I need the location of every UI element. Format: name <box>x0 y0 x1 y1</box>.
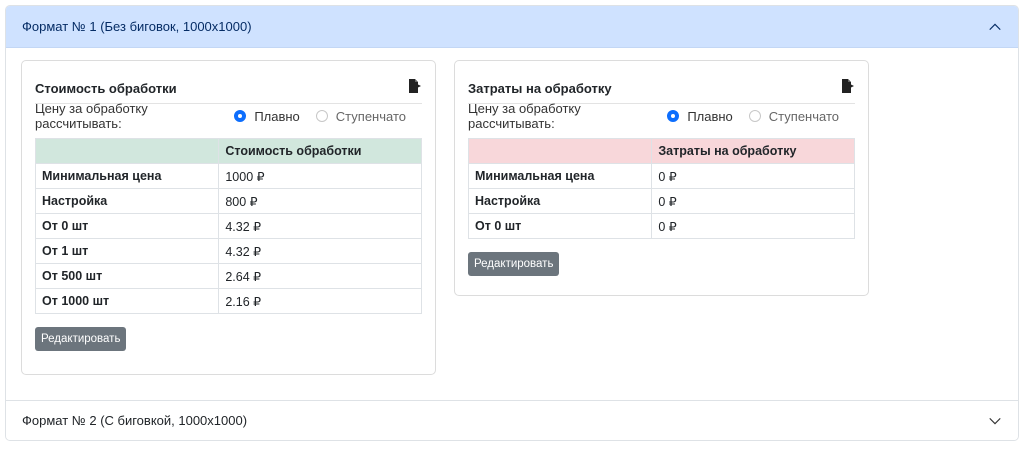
cost-radio-stepped-label: Ступенчато <box>335 108 406 124</box>
row-value: 4.32 ₽ <box>218 213 422 239</box>
row-label: Минимальная цена <box>34 163 220 189</box>
row-label: От 1000 шт <box>34 288 220 314</box>
table-row: От 1 шт 4.32 ₽ <box>34 238 422 264</box>
table-header-cost: Стоимость обработки <box>218 138 422 164</box>
cost-table: Стоимость обработки Минимальная цена 100… <box>34 138 422 314</box>
expense-calc-label: Цену за обработку рассчитывать: <box>468 101 581 131</box>
row-value: 1000 ₽ <box>218 163 422 189</box>
expense-table: Затраты на обработку Минимальная цена 0 … <box>467 138 855 239</box>
table-row: Настройка 0 ₽ <box>467 188 855 214</box>
export-icon[interactable] <box>406 70 422 94</box>
row-value: 800 ₽ <box>218 188 422 214</box>
radio-unchecked-icon <box>748 110 761 122</box>
row-label: Настройка <box>467 188 653 214</box>
row-label: Минимальная цена <box>467 163 653 189</box>
expense-edit-button[interactable]: Редактировать <box>468 252 560 276</box>
table-row: От 1000 шт 2.16 ₽ <box>34 288 422 314</box>
accordion-title-format-1: Формат № 1 (Без биговок, 1000x1000) <box>22 19 252 34</box>
accordion-title-format-2: Формат № 2 (С биговкой, 1000x1000) <box>22 413 248 428</box>
expense-radio-smooth[interactable]: Плавно <box>667 108 733 124</box>
accordion-body-format-1: Стоимость обработки Цену за обработку ра… <box>6 48 1018 400</box>
expense-radio-stepped[interactable]: Ступенчато <box>748 108 839 124</box>
table-row: Минимальная цена 1000 ₽ <box>34 163 422 189</box>
row-value: 0 ₽ <box>651 163 855 189</box>
table-row: Настройка 800 ₽ <box>34 188 422 214</box>
expense-radio-stepped-label: Ступенчато <box>768 108 839 124</box>
row-value: 0 ₽ <box>651 213 855 239</box>
table-row: Минимальная цена 0 ₽ <box>467 163 855 189</box>
export-icon[interactable] <box>839 70 855 94</box>
expense-card-title: Затраты на обработку <box>468 80 612 96</box>
table-row: От 0 шт 4.32 ₽ <box>34 213 422 239</box>
table-header-expense: Затраты на обработку <box>651 138 855 164</box>
row-value: 0 ₽ <box>651 188 855 214</box>
table-header-empty <box>467 138 653 164</box>
cost-card-title: Стоимость обработки <box>35 80 177 96</box>
expense-calc-mode: Цену за обработку рассчитывать: Плавно С… <box>468 101 855 131</box>
cost-edit-button[interactable]: Редактировать <box>35 327 127 351</box>
row-label: Настройка <box>34 188 220 214</box>
chevron-down-icon <box>989 417 1001 424</box>
row-label: От 0 шт <box>467 213 653 239</box>
expense-radio-smooth-label: Плавно <box>687 108 733 124</box>
cost-card: Стоимость обработки Цену за обработку ра… <box>21 60 436 375</box>
row-label: От 1 шт <box>34 238 220 264</box>
radio-unchecked-icon <box>315 110 328 122</box>
table-row: От 500 шт 2.64 ₽ <box>34 263 422 289</box>
table-header-empty <box>34 138 220 164</box>
row-value: 4.32 ₽ <box>218 238 422 264</box>
format-accordion: Формат № 1 (Без биговок, 1000x1000) Стои… <box>5 5 1019 441</box>
chevron-up-icon <box>989 23 1001 30</box>
expense-card-header: Затраты на обработку <box>468 61 855 104</box>
cost-card-header: Стоимость обработки <box>35 61 422 104</box>
row-value: 2.64 ₽ <box>218 263 422 289</box>
radio-checked-icon <box>234 110 247 122</box>
row-label: От 0 шт <box>34 213 220 239</box>
accordion-header-format-2[interactable]: Формат № 2 (С биговкой, 1000x1000) <box>6 400 1018 440</box>
cost-calc-mode: Цену за обработку рассчитывать: Плавно С… <box>35 101 422 131</box>
accordion-header-format-1[interactable]: Формат № 1 (Без биговок, 1000x1000) <box>6 6 1018 48</box>
expense-card: Затраты на обработку Цену за обработку р… <box>454 60 869 296</box>
row-label: От 500 шт <box>34 263 220 289</box>
table-header-row: Затраты на обработку <box>467 138 855 164</box>
cost-radio-smooth-label: Плавно <box>254 108 300 124</box>
cost-radio-smooth[interactable]: Плавно <box>234 108 300 124</box>
cost-calc-label: Цену за обработку рассчитывать: <box>35 101 148 131</box>
row-value: 2.16 ₽ <box>218 288 422 314</box>
radio-checked-icon <box>667 110 680 122</box>
cost-radio-stepped[interactable]: Ступенчато <box>315 108 406 124</box>
table-row: От 0 шт 0 ₽ <box>467 213 855 239</box>
table-header-row: Стоимость обработки <box>34 138 422 164</box>
